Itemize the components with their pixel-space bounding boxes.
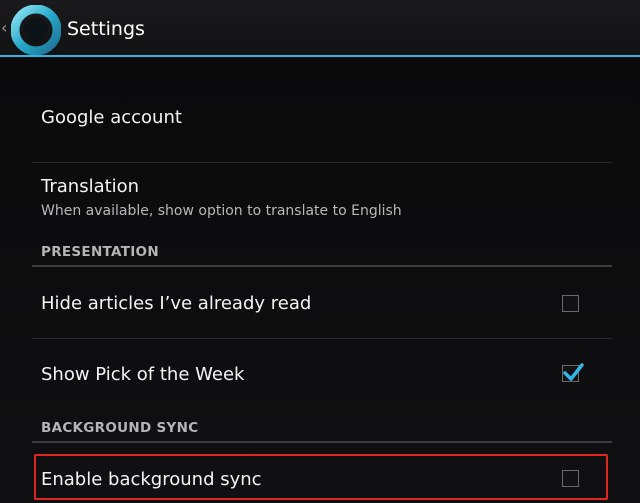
hide-read-articles-checkbox[interactable]: [562, 295, 579, 312]
page-title: Settings: [67, 18, 145, 40]
app-ring-logo-icon[interactable]: [10, 4, 62, 56]
divider: [32, 162, 612, 163]
google-account-label: Google account: [41, 107, 182, 128]
pick-of-week-label: Show Pick of the Week: [41, 364, 245, 385]
hide-read-articles-label: Hide articles I’ve already read: [41, 293, 312, 314]
divider: [32, 338, 612, 339]
highlight-box: [34, 454, 608, 500]
category-background-sync: BACKGROUND SYNC: [41, 420, 199, 436]
google-account-setting[interactable]: Google account: [32, 106, 612, 130]
translation-label: Translation: [41, 176, 140, 197]
back-chevron-icon[interactable]: ‹: [1, 17, 11, 39]
category-divider: [32, 441, 612, 443]
checkmark-icon: [563, 363, 584, 381]
pick-of-week-checkbox[interactable]: [562, 363, 584, 382]
category-divider: [32, 265, 612, 267]
category-presentation: PRESENTATION: [41, 244, 159, 260]
pick-of-week-setting[interactable]: Show Pick of the Week: [32, 363, 612, 387]
action-bar: ‹ Settings: [0, 0, 640, 57]
translation-setting[interactable]: Translation When available, show option …: [32, 175, 612, 220]
hide-read-articles-setting[interactable]: Hide articles I’ve already read: [32, 292, 612, 316]
translation-summary: When available, show option to translate…: [41, 203, 402, 219]
